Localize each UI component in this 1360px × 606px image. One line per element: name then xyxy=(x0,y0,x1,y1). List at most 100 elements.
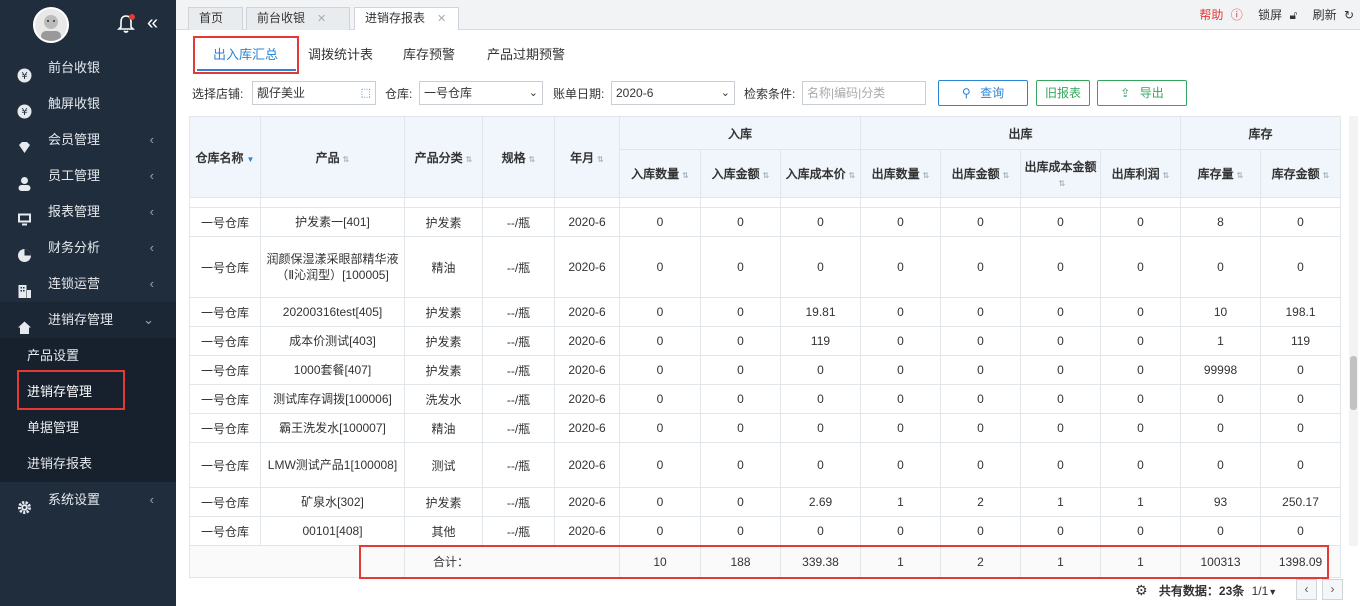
table-scrollbar[interactable] xyxy=(1349,116,1358,546)
table-row[interactable]: 一号仓库 00101[408] 其他 --/瓶 2020-6 0 0 0 0 0 0 0 0 0 xyxy=(189,516,1342,546)
sort-icon[interactable]: ⇅ xyxy=(597,155,604,164)
sidebar-item-front-cashier[interactable]: ¥ 前台收银 xyxy=(0,50,176,86)
table-row-partial xyxy=(189,197,1342,208)
next-page-button[interactable]: › xyxy=(1322,579,1343,600)
prev-page-button[interactable]: ‹ xyxy=(1296,579,1317,600)
sidebar-subitem-product-settings[interactable]: 产品设置 xyxy=(0,338,176,374)
col-out-cost[interactable]: 出库成本金额⇅ xyxy=(1020,149,1101,198)
table-cell: 0 xyxy=(1099,516,1182,546)
col-out-qty[interactable]: 出库数量 ⇅ xyxy=(860,149,941,198)
table-cell: 一号仓库 xyxy=(189,326,261,356)
table-row[interactable]: 一号仓库 润颜保湿漾采眼部精华液（Ⅱ沁润型）[100005] 精油 --/瓶 2020-… xyxy=(189,236,1342,298)
sort-icon[interactable]: ▼ xyxy=(247,155,255,164)
page-indicator[interactable]: 1/1 xyxy=(1252,584,1269,598)
subtab-expiry-alert[interactable]: 产品过期预警 xyxy=(487,44,565,63)
col-stock-qty[interactable]: 库存量 ⇅ xyxy=(1180,149,1262,198)
gear-icon[interactable]: ⚙ xyxy=(1135,582,1148,598)
sort-icon[interactable]: ⇅ xyxy=(849,171,856,180)
sidebar-item-inventory[interactable]: 进销存管理 ⌄ xyxy=(0,302,176,338)
search-input[interactable]: 名称|编码|分类 xyxy=(802,81,926,105)
table-cell: 精油 xyxy=(404,413,483,443)
sort-icon[interactable]: ⇅ xyxy=(466,155,473,164)
sidebar-item-members[interactable]: 会员管理 ‹ xyxy=(0,122,176,158)
sort-icon[interactable]: ⇅ xyxy=(343,155,350,164)
sort-icon[interactable]: ⇅ xyxy=(1237,171,1244,180)
table-row[interactable]: 一号仓库 成本价测试[403] 护发素 --/瓶 2020-6 0 0 119 0 0 0 0 1 119 xyxy=(189,326,1342,356)
table-row[interactable]: 一号仓库 护发素一[401] 护发素 --/瓶 2020-6 0 0 0 0 0 0 0 8 0 xyxy=(189,207,1342,237)
total-cell: 1 xyxy=(860,545,941,578)
close-icon[interactable]: ✕ xyxy=(317,13,326,25)
sort-icon[interactable]: ⇅ xyxy=(1003,171,1010,180)
col-category[interactable]: 产品分类 ⇅ xyxy=(404,116,483,198)
subtab-inout-summary[interactable]: 出入库汇总 xyxy=(213,44,278,63)
sort-icon[interactable]: ⇅ xyxy=(1323,171,1330,180)
sidebar-subitem-documents[interactable]: 单据管理 xyxy=(0,410,176,446)
table-row[interactable]: 一号仓库 测试库存调拨[100006] 洗发水 --/瓶 2020-6 0 0 0 0 0 0 0 0 0 xyxy=(189,384,1342,414)
help-link[interactable]: 帮助 xyxy=(1199,8,1223,22)
col-product[interactable]: 产品 ⇅ xyxy=(260,116,405,198)
sidebar-item-chain[interactable]: 连锁运营 ‹ xyxy=(0,266,176,302)
sort-icon[interactable]: ⇅ xyxy=(1059,179,1066,188)
export-button[interactable]: ⇪ 导出 xyxy=(1097,80,1187,106)
date-select[interactable]: 2020-6 ⌄ xyxy=(611,81,735,105)
sort-icon[interactable]: ⇅ xyxy=(923,171,930,180)
lock-link[interactable]: 锁屏 xyxy=(1258,8,1282,22)
sort-icon[interactable]: ⇅ xyxy=(763,171,770,180)
scrollbar-thumb[interactable] xyxy=(1350,356,1357,410)
lock-icon[interactable]: 🔓︎ xyxy=(1289,8,1297,22)
total-cell: 100313 xyxy=(1180,545,1262,578)
table-cell: 0 xyxy=(619,207,701,237)
refresh-icon[interactable]: ↻ xyxy=(1344,8,1354,22)
page-dropdown-icon[interactable]: ▼ xyxy=(1268,587,1277,597)
sidebar-item-reports[interactable]: 报表管理 ‹ xyxy=(0,194,176,230)
table-cell: 8 xyxy=(1180,207,1262,237)
sidebar-item-staff[interactable]: 员工管理 ‹ xyxy=(0,158,176,194)
collapse-sidebar-icon[interactable]: « xyxy=(147,11,158,35)
col-stock-amount[interactable]: 库存金额 ⇅ xyxy=(1260,149,1342,198)
sort-icon[interactable]: ⇅ xyxy=(529,155,536,164)
col-in-amount[interactable]: 入库金额 ⇅ xyxy=(700,149,781,198)
sort-icon[interactable]: ⇅ xyxy=(1163,171,1170,180)
table-row[interactable]: 一号仓库 矿泉水[302] 护发素 --/瓶 2020-6 0 0 2.69 1 2 1 1 93 250… xyxy=(189,487,1342,517)
query-button[interactable]: ⚲ 查询 xyxy=(938,80,1028,106)
sidebar-subitem-inventory-management[interactable]: 进销存管理 xyxy=(0,374,176,410)
close-icon[interactable]: ✕ xyxy=(437,13,446,25)
sort-icon[interactable]: ⇅ xyxy=(682,171,689,180)
tab-inventory-report[interactable]: 进销存报表 ✕ xyxy=(354,7,459,30)
tab-home[interactable]: 首页 xyxy=(188,7,243,30)
table-row[interactable]: 一号仓库 1000套餐[407] 护发素 --/瓶 2020-6 0 0 0 0 0 0 0 99998… xyxy=(189,355,1342,385)
col-out-profit[interactable]: 出库利润 ⇅ xyxy=(1099,149,1182,198)
col-month[interactable]: 年月 ⇅ xyxy=(554,116,620,198)
warehouse-select[interactable]: 一号仓库 ⌄ xyxy=(419,81,543,105)
old-report-button[interactable]: 旧报表 xyxy=(1036,80,1090,106)
col-in-qty[interactable]: 入库数量 ⇅ xyxy=(619,149,701,198)
sidebar-item-finance[interactable]: 财务分析 ‹ xyxy=(0,230,176,266)
sidebar-item-settings[interactable]: 系统设置 ‹ xyxy=(0,482,176,518)
store-select[interactable]: 靓仔美业 ⬚ xyxy=(252,81,376,105)
cursor-pick-icon[interactable]: ⬚ xyxy=(361,82,371,104)
help-icon[interactable]: ⓘ xyxy=(1231,8,1243,22)
sidebar-subitem-inventory-report[interactable]: 进销存报表 xyxy=(0,446,176,482)
table-cell: 0 xyxy=(619,516,701,546)
col-in-cost[interactable]: 入库成本价 ⇅ xyxy=(780,149,861,198)
subtab-transfer-stats[interactable]: 调拨统计表 xyxy=(308,44,373,63)
table-row[interactable]: 一号仓库 LMW测试产品1[100008] 测试 --/瓶 2020-6 0 0 0 0 0 0 0 0… xyxy=(189,442,1342,488)
table-row[interactable]: 一号仓库 霸王洗发水[100007] 精油 --/瓶 2020-6 0 0 0 0 0 0 0 0 0 xyxy=(189,413,1342,443)
col-warehouse[interactable]: 仓库名称 ▼ xyxy=(189,116,261,198)
sidebar-item-label: 员工管理 xyxy=(48,168,101,183)
table-cell: 0 xyxy=(1180,413,1262,443)
table-cell: 润颜保湿漾采眼部精华液（Ⅱ沁润型）[100005] xyxy=(260,236,405,298)
table-row[interactable]: 一号仓库 20200316test[405] 护发素 --/瓶 2020-6 0 0 19.8… xyxy=(189,297,1342,327)
refresh-link[interactable]: 刷新 xyxy=(1313,8,1337,22)
table-cell: 0 xyxy=(1260,384,1342,414)
table-cell: 99998 xyxy=(1180,355,1262,385)
subtab-stock-alert[interactable]: 库存预警 xyxy=(403,44,455,63)
table-cell: 0 xyxy=(619,326,701,356)
col-spec[interactable]: 规格 ⇅ xyxy=(482,116,555,198)
sidebar-item-touch-cashier[interactable]: ¥ 触屏收银 xyxy=(0,86,176,122)
tab-front-cashier[interactable]: 前台收银 ✕ xyxy=(246,7,350,30)
table-cell: 0 xyxy=(700,413,781,443)
table-cell: 2020-6 xyxy=(554,384,620,414)
col-out-amount[interactable]: 出库金额 ⇅ xyxy=(940,149,1021,198)
avatar[interactable] xyxy=(33,7,69,43)
